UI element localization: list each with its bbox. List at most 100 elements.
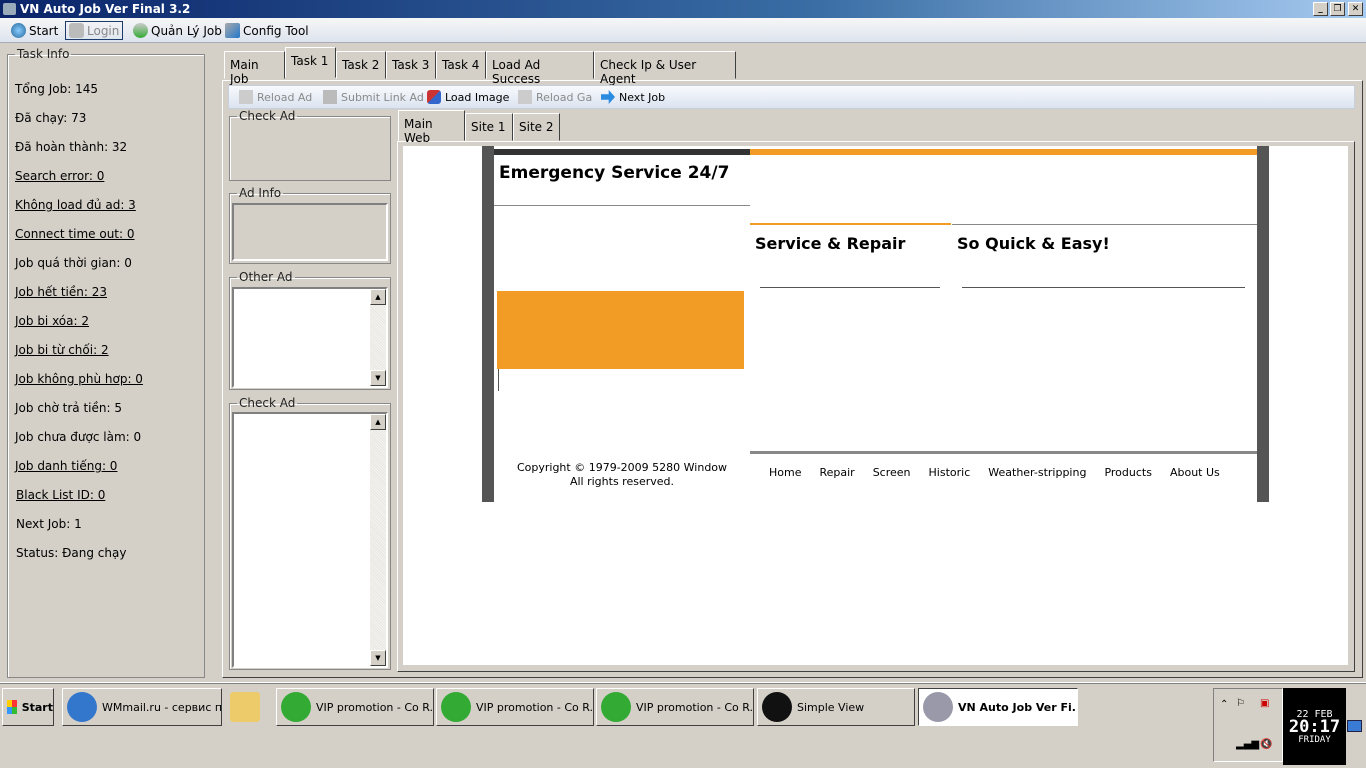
start-menu-button[interactable]: Start — [2, 688, 54, 726]
service-repair-heading: Service & Repair — [755, 234, 906, 253]
nav-link[interactable]: About Us — [1170, 466, 1220, 479]
task-info-item: Status: Đang chạy — [16, 546, 127, 560]
restore-button[interactable]: ❐ — [1330, 2, 1345, 16]
taskbar-item[interactable]: VIP promotion - Co R... — [596, 688, 754, 726]
task-info-item: Đã chạy: 73 — [15, 111, 87, 125]
reload-ga-button[interactable]: Reload Ga — [518, 90, 592, 104]
right-border-bar — [1257, 146, 1269, 502]
show-desktop-icon[interactable] — [1347, 720, 1362, 732]
flag-icon[interactable]: ⚐ — [1236, 698, 1245, 709]
close-button[interactable]: ✕ — [1348, 2, 1363, 16]
quick-easy-heading: So Quick & Easy! — [957, 234, 1110, 253]
minimize-button[interactable]: _ — [1313, 2, 1328, 16]
app-icon — [3, 3, 16, 15]
task-info-link[interactable]: Connect time out: 0 — [15, 227, 135, 241]
nav-link[interactable]: Screen — [873, 466, 911, 479]
start-menu-label: Start — [21, 700, 53, 714]
footer-nav: Home Repair Screen Historic Weather-strippin… — [769, 466, 1220, 479]
window-title: VN Auto Job Ver Final 3.2 — [20, 2, 191, 16]
next-job-button[interactable]: Next Job — [601, 90, 665, 104]
taskbar-item[interactable]: VN Auto Job Ver Fi... — [918, 688, 1078, 726]
submit-link-ad-button[interactable]: Submit Link Ad — [323, 90, 424, 104]
quick-launch-explorer[interactable] — [226, 688, 272, 726]
nav-link[interactable]: Weather-stripping — [988, 466, 1086, 479]
tab-check-ip-user-agent[interactable]: Check Ip & User Agent — [594, 51, 736, 86]
volume-muted-icon[interactable]: 🔇 — [1260, 739, 1272, 750]
reload-ga-label: Reload Ga — [536, 90, 593, 104]
nav-link[interactable]: Products — [1104, 466, 1152, 479]
app-icon — [923, 692, 953, 722]
browser-tab-main-web[interactable]: Main Web — [398, 110, 465, 145]
taskbar-item-label: VIP promotion - Co R... — [476, 700, 594, 714]
nav-link[interactable]: Historic — [929, 466, 971, 479]
system-tray: ⌃ ⚐ ▣ ▂▄▆ 🔇 — [1213, 688, 1283, 762]
tab-load-ad-success[interactable]: Load Ad Success — [486, 51, 594, 86]
start-button[interactable]: Start — [8, 21, 61, 40]
web-view[interactable]: Emergency Service 24/7 Service & Repair … — [403, 146, 1348, 665]
tab-task-3[interactable]: Task 3 — [386, 51, 436, 79]
taskbar-item[interactable]: Simple View — [757, 688, 915, 726]
submit-link-ad-label: Submit Link Ad — [341, 90, 424, 104]
task-info-link[interactable]: Job bi xóa: 2 — [15, 314, 89, 328]
nav-link[interactable]: Home — [769, 466, 801, 479]
clock-time: 20:17 — [1288, 717, 1341, 737]
task-toolbar: Reload Ad Submit Link Ad Load Image Relo… — [228, 85, 1355, 109]
copyright-line: Copyright © 1979-2009 5280 Window — [516, 461, 728, 474]
taskbar-edge — [0, 682, 1366, 684]
wrench-icon — [225, 23, 240, 38]
tab-main-job[interactable]: Main Job — [224, 51, 285, 86]
divider — [962, 287, 1245, 288]
ad-info-legend: Ad Info — [239, 186, 282, 200]
windows-logo-icon — [7, 700, 17, 714]
load-image-button[interactable]: Load Image — [427, 90, 509, 104]
top-orange-bar — [750, 149, 1257, 155]
clock[interactable]: 22 FEB 20:17 FRIDAY — [1283, 688, 1346, 765]
task-info-link[interactable]: Không load đủ ad: 3 — [15, 198, 136, 212]
scroll-up-button[interactable]: ▲ — [370, 414, 386, 430]
check-ad-group: Check Ad — [229, 109, 391, 181]
other-ad-textarea[interactable]: ▲ ▼ — [232, 287, 388, 388]
divider — [952, 224, 1257, 225]
browser-tab-site-2[interactable]: Site 2 — [513, 113, 560, 141]
task-info-legend: Task Info — [17, 47, 70, 61]
task-info-link[interactable]: Job hết tiền: 23 — [15, 285, 107, 299]
divider — [494, 205, 750, 206]
task-info-link[interactable]: Job không phù hơp: 0 — [15, 372, 143, 386]
arrow-right-icon — [601, 90, 615, 104]
divider — [760, 287, 940, 288]
check-ad-2-legend: Check Ad — [239, 396, 296, 410]
manage-job-button[interactable]: Quản Lý Job — [130, 21, 225, 40]
scrollbar[interactable]: ▲ ▼ — [370, 414, 386, 666]
orange-banner — [497, 291, 744, 369]
scroll-down-button[interactable]: ▼ — [370, 370, 386, 386]
login-button[interactable]: Login — [65, 21, 124, 40]
task-info-item: Tổng Job: 145 — [15, 82, 98, 96]
task-info-link[interactable]: Black List ID: 0 — [16, 488, 105, 502]
scroll-up-button[interactable]: ▲ — [370, 289, 386, 305]
tab-task-1[interactable]: Task 1 — [285, 47, 336, 78]
app-tray-icon[interactable]: ▣ — [1260, 698, 1269, 709]
taskbar-item[interactable]: WMmail.ru - сервис п... — [62, 688, 222, 726]
check-ad-textarea[interactable]: ▲ ▼ — [232, 412, 388, 668]
taskbar-item-label: VIP promotion - Co R... — [316, 700, 434, 714]
tab-task-2[interactable]: Task 2 — [336, 51, 386, 79]
signal-icon[interactable]: ▂▄▆ — [1236, 739, 1259, 750]
nav-link[interactable]: Repair — [819, 466, 854, 479]
scrollbar[interactable]: ▲ ▼ — [370, 289, 386, 386]
task-info-link[interactable]: Job danh tiếng: 0 — [15, 459, 117, 473]
scroll-down-button[interactable]: ▼ — [370, 650, 386, 666]
chrome-icon — [601, 692, 631, 722]
browser-tab-site-1[interactable]: Site 1 — [465, 113, 513, 141]
browser-icon — [67, 692, 97, 722]
taskbar-item[interactable]: VIP promotion - Co R... — [436, 688, 594, 726]
taskbar-item[interactable]: VIP promotion - Co R... — [276, 688, 434, 726]
show-hidden-icons[interactable]: ⌃ — [1220, 699, 1228, 710]
database-icon — [133, 23, 148, 38]
config-tool-button[interactable]: Config Tool — [222, 21, 312, 40]
chrome-icon — [441, 692, 471, 722]
task-info-link[interactable]: Search error: 0 — [15, 169, 104, 183]
task-info-link[interactable]: Job bi từ chối: 2 — [15, 343, 109, 357]
reload-ad-button[interactable]: Reload Ad — [239, 90, 312, 104]
tab-task-4[interactable]: Task 4 — [436, 51, 486, 79]
copyright: Copyright © 1979-2009 5280 Window All rig… — [494, 461, 750, 489]
